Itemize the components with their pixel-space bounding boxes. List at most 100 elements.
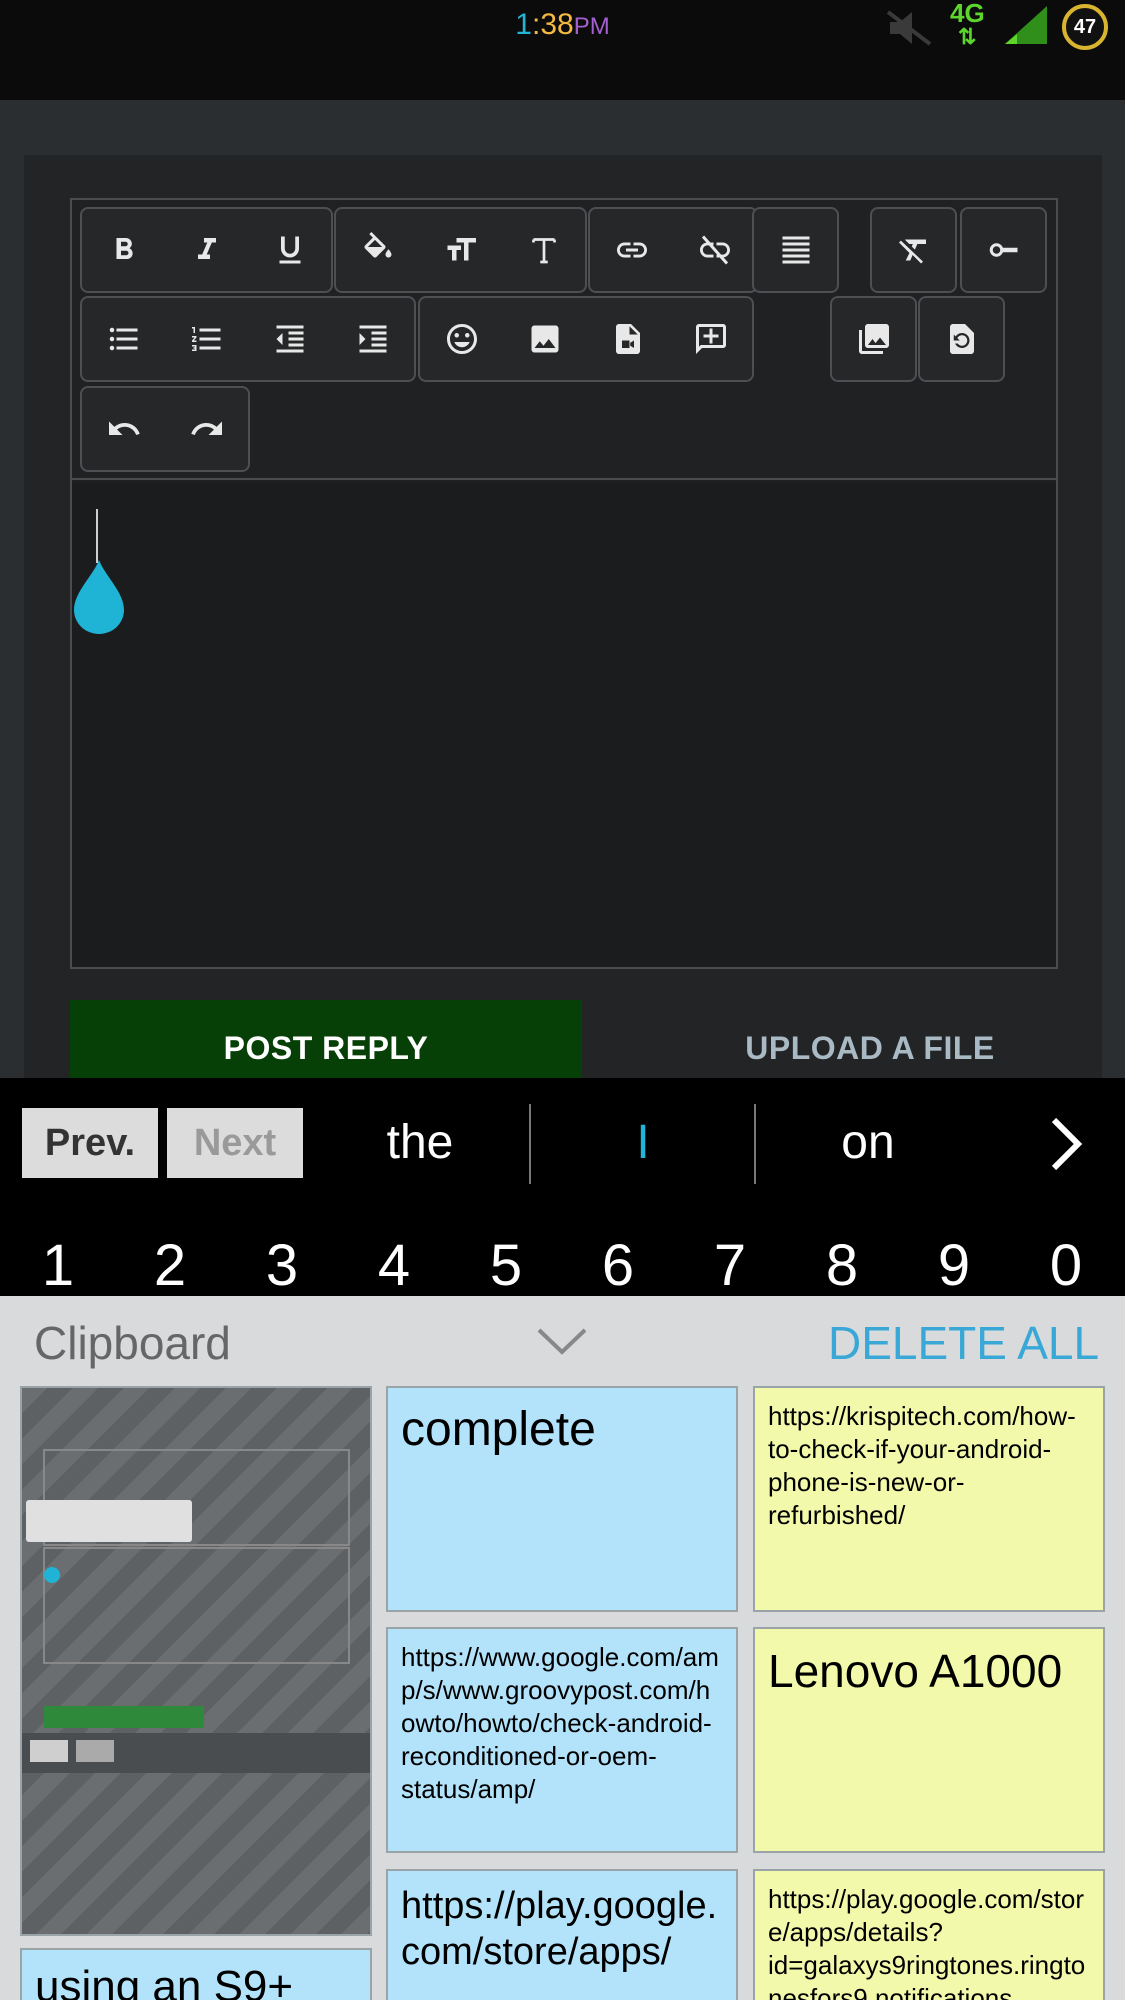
- key-7[interactable]: 7: [685, 1236, 775, 1296]
- image-button[interactable]: [503, 298, 586, 380]
- key-1[interactable]: 1: [13, 1236, 103, 1296]
- history-group: [80, 386, 250, 472]
- add-comment-icon: [695, 324, 726, 354]
- battery-indicator: 47: [1062, 4, 1108, 50]
- clear-format-button[interactable]: [872, 209, 955, 291]
- numbered-list-icon: [191, 327, 220, 351]
- editor-content[interactable]: [72, 482, 1056, 967]
- indent-icon: [359, 325, 386, 353]
- upload-file-button[interactable]: UPLOAD A FILE: [630, 1000, 1110, 1078]
- editor-toolbar: [72, 200, 1056, 480]
- clipboard-item[interactable]: https://krispitech.com/how-to-check-if-y…: [753, 1386, 1105, 1612]
- delete-all-button[interactable]: DELETE ALL: [828, 1316, 1099, 1370]
- key-0[interactable]: 0: [1021, 1236, 1111, 1296]
- list-group: [80, 296, 416, 382]
- mute-icon: [886, 10, 932, 46]
- text-style-group: [80, 207, 333, 293]
- suggestion-divider: [529, 1104, 531, 1184]
- key-6[interactable]: 6: [573, 1236, 663, 1296]
- chevron-down-icon[interactable]: [535, 1324, 589, 1358]
- underline-icon: [279, 236, 300, 264]
- italic-icon: [197, 238, 216, 259]
- key-2[interactable]: 2: [125, 1236, 215, 1296]
- status-bar: 1:38PM 4G ⇅ 47: [0, 0, 1125, 100]
- bulleted-list-button[interactable]: [82, 298, 165, 380]
- bulleted-list-icon: [109, 327, 137, 351]
- unlink-icon: [699, 235, 730, 265]
- next-field-button[interactable]: Next: [167, 1108, 303, 1178]
- key-8[interactable]: 8: [797, 1236, 887, 1296]
- toggle-button[interactable]: [962, 209, 1045, 291]
- gallery-group: [830, 296, 917, 382]
- signal-icon: [1005, 6, 1047, 44]
- key-4[interactable]: 4: [349, 1236, 439, 1296]
- toggle-icon: [989, 243, 1017, 257]
- bold-button[interactable]: [82, 209, 165, 291]
- restore-group: [918, 296, 1005, 382]
- clipboard-item[interactable]: https://play.google.com/store/apps/: [386, 1869, 738, 2000]
- key-9[interactable]: 9: [909, 1236, 999, 1296]
- align-justify-icon: [782, 236, 809, 264]
- unlink-button[interactable]: [673, 209, 756, 291]
- rich-text-editor: [70, 198, 1058, 969]
- indent-button[interactable]: [331, 298, 414, 380]
- clipboard-screenshot-item[interactable]: [20, 1386, 372, 1936]
- undo-icon: [108, 421, 140, 435]
- toggle-group: [960, 207, 1047, 293]
- align-justify-button[interactable]: [754, 209, 837, 291]
- video-file-button[interactable]: [586, 298, 669, 380]
- text-format-icon: [531, 238, 556, 264]
- clipboard-item[interactable]: https://www.google.com/amp/s/www.groovyp…: [386, 1627, 738, 1853]
- bold-icon: [116, 238, 133, 259]
- keyboard-suggestion-bar: Prev. Next the I on: [0, 1078, 1125, 1210]
- key-5[interactable]: 5: [461, 1236, 551, 1296]
- outdent-icon: [276, 325, 303, 353]
- outdent-button[interactable]: [248, 298, 331, 380]
- italic-button[interactable]: [165, 209, 248, 291]
- network-type: 4G: [950, 0, 985, 28]
- text-cursor: [96, 509, 98, 563]
- link-button[interactable]: [590, 209, 673, 291]
- suggestion-divider: [754, 1104, 756, 1184]
- clipboard-item[interactable]: complete: [386, 1386, 738, 1612]
- add-comment-button[interactable]: [669, 298, 752, 380]
- suggestion-word[interactable]: I: [543, 1108, 743, 1178]
- emoji-button[interactable]: [420, 298, 503, 380]
- fill-color-button[interactable]: [336, 209, 419, 291]
- font-group: [334, 207, 587, 293]
- text-format-button[interactable]: [502, 209, 585, 291]
- cursor-handle-icon[interactable]: [72, 560, 126, 634]
- fill-color-icon: [363, 232, 391, 258]
- prev-field-button[interactable]: Prev.: [22, 1108, 158, 1178]
- underline-button[interactable]: [248, 209, 331, 291]
- data-activity-icon: ⇅: [958, 24, 977, 49]
- photo-library-button[interactable]: [832, 298, 915, 380]
- web-page: POST REPLY UPLOAD A FILE: [0, 100, 1125, 1078]
- photo-library-icon: [858, 324, 889, 354]
- clear-format-group: [870, 207, 957, 293]
- post-reply-button[interactable]: POST REPLY: [70, 1000, 582, 1078]
- redo-icon: [190, 421, 222, 435]
- undo-button[interactable]: [82, 388, 165, 470]
- numbered-list-button[interactable]: [165, 298, 248, 380]
- clipboard-panel: Clipboard DELETE ALL complete https://kr…: [0, 1296, 1125, 2000]
- chevron-right-icon[interactable]: [1040, 1114, 1090, 1174]
- clipboard-item[interactable]: using an S9+: [20, 1948, 372, 2000]
- font-size-icon: [447, 238, 476, 261]
- link-icon: [616, 242, 647, 258]
- redo-button[interactable]: [165, 388, 248, 470]
- emoji-icon: [446, 324, 477, 354]
- clipboard-title: Clipboard: [34, 1317, 231, 1369]
- screenshot-preview-icon: [22, 1449, 370, 1773]
- suggestion-word[interactable]: the: [320, 1108, 520, 1178]
- restore-button[interactable]: [920, 298, 1003, 380]
- link-group: [588, 207, 758, 293]
- clipboard-item[interactable]: https://play.google.com/store/apps/detai…: [753, 1869, 1105, 2000]
- clipboard-item[interactable]: Lenovo A1000: [753, 1627, 1105, 1853]
- key-3[interactable]: 3: [237, 1236, 327, 1296]
- image-icon: [531, 325, 558, 353]
- suggestion-word[interactable]: on: [768, 1108, 968, 1178]
- font-size-button[interactable]: [419, 209, 502, 291]
- clear-format-icon: [898, 239, 926, 264]
- video-file-icon: [615, 324, 640, 354]
